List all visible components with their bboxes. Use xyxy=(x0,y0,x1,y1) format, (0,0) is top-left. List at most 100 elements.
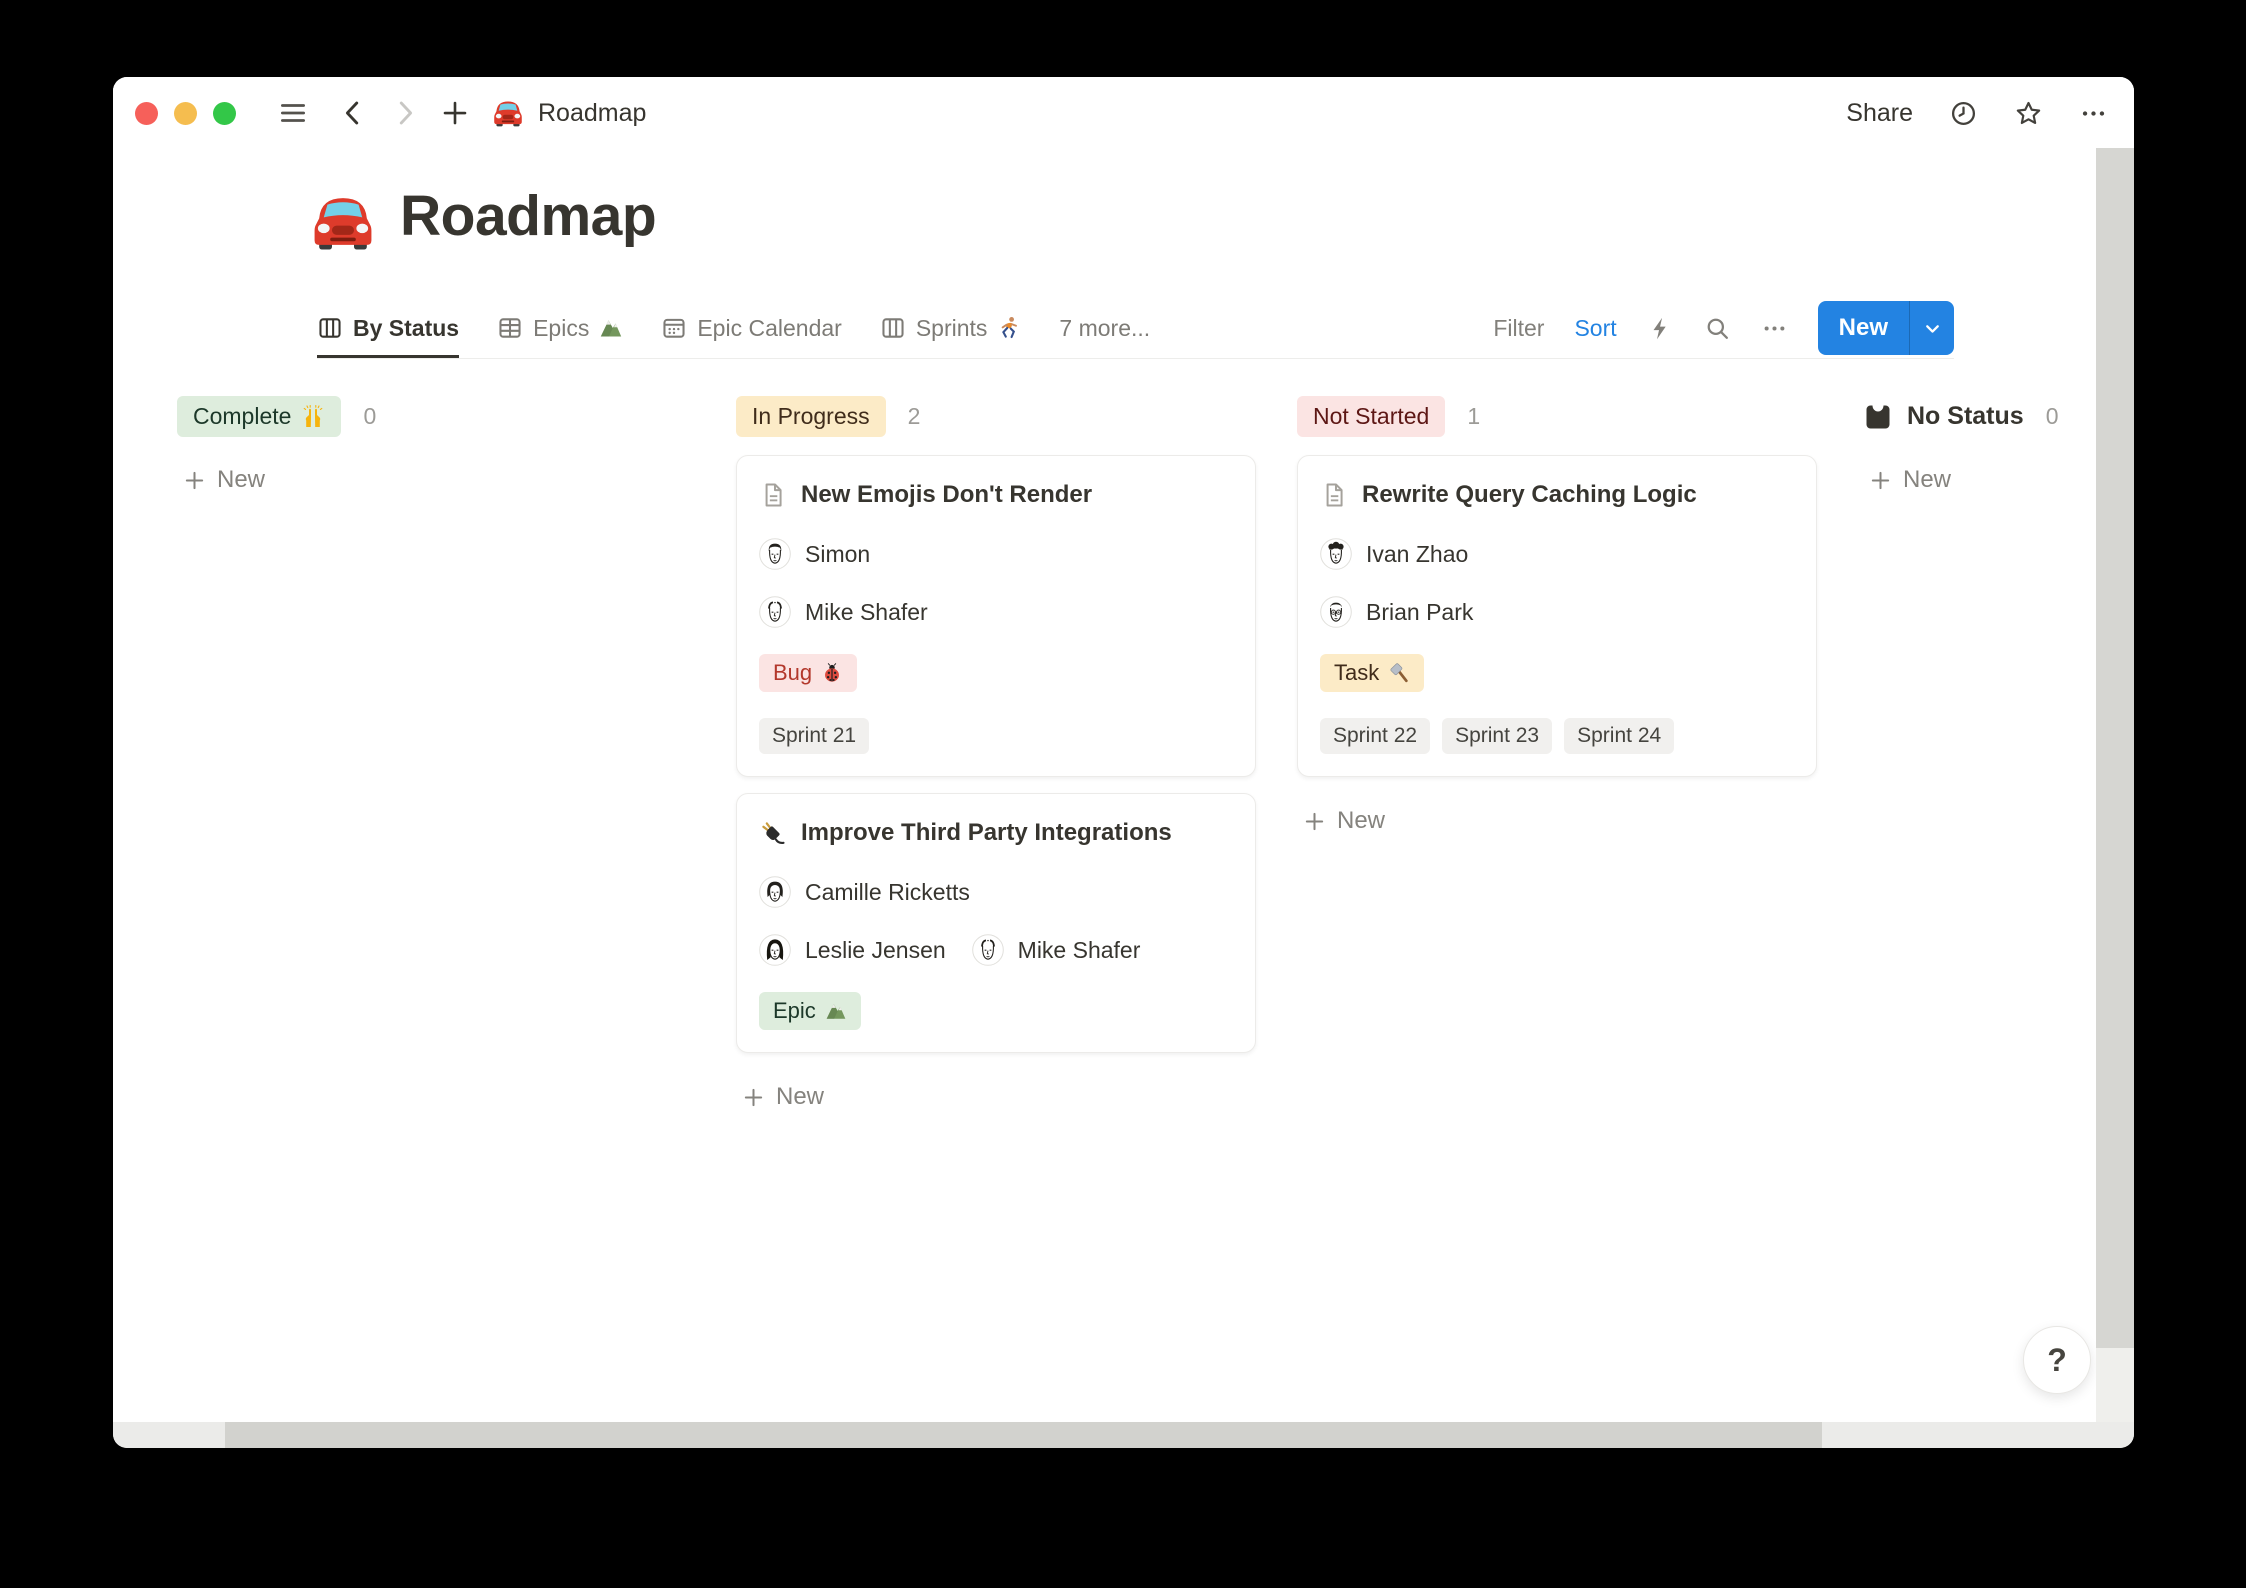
person: Camille Ricketts xyxy=(759,876,970,908)
board-view-icon xyxy=(880,315,906,341)
person: Mike Shafer xyxy=(972,934,1141,966)
column-header: Not Started 1 xyxy=(1297,393,1817,440)
column-in-progress: In Progress 2 New Emojis Don't Render Si… xyxy=(736,393,1256,1111)
add-card-label: New xyxy=(776,1083,824,1111)
card-title: Improve Third Party Integrations xyxy=(801,816,1172,850)
favorite-star-icon[interactable] xyxy=(2014,99,2043,128)
card-integrations[interactable]: Improve Third Party Integrations Camille… xyxy=(736,793,1256,1053)
person: Brian Park xyxy=(1320,596,1473,628)
page-title[interactable]: Roadmap xyxy=(400,183,656,249)
ladybug-icon xyxy=(821,662,843,684)
sprint-chip: Sprint 23 xyxy=(1442,718,1552,754)
person: Ivan Zhao xyxy=(1320,538,1468,570)
tab-by-status[interactable]: By Status xyxy=(317,298,459,358)
mountain-icon xyxy=(599,316,623,340)
new-button-dropdown[interactable] xyxy=(1909,301,1954,355)
person-row: Brian Park xyxy=(1320,596,1794,628)
document-icon xyxy=(1320,481,1348,509)
history-clock-icon[interactable] xyxy=(1949,99,1978,128)
help-button[interactable]: ? xyxy=(2023,1326,2091,1394)
more-options-icon[interactable] xyxy=(2079,99,2108,128)
card-title: New Emojis Don't Render xyxy=(801,478,1092,512)
filter-button[interactable]: Filter xyxy=(1493,315,1544,342)
column-header: Complete 0 xyxy=(177,393,697,440)
sort-button[interactable]: Sort xyxy=(1574,315,1616,342)
status-label: No Status xyxy=(1907,402,2024,431)
zoom-window-button[interactable] xyxy=(213,102,236,125)
notion-window: Roadmap Share Roadmap By Status Epics Ep… xyxy=(113,77,2134,1448)
card-new-emojis[interactable]: New Emojis Don't Render Simon Mike Shafe… xyxy=(736,455,1256,777)
person-name: Leslie Jensen xyxy=(805,937,946,964)
sidebar-menu-icon[interactable] xyxy=(278,98,308,128)
person: Simon xyxy=(759,538,870,570)
view-options-icon[interactable] xyxy=(1761,315,1788,342)
tag-row: Epic xyxy=(759,992,1233,1030)
status-badge-complete[interactable]: Complete xyxy=(177,396,341,437)
card-title-row: Rewrite Query Caching Logic xyxy=(1320,478,1794,512)
document-icon xyxy=(759,481,787,509)
card-query-caching[interactable]: Rewrite Query Caching Logic Ivan Zhao Br… xyxy=(1297,455,1817,777)
mountain-icon xyxy=(825,1000,847,1022)
no-status-header[interactable]: No Status xyxy=(1863,402,2024,432)
page-car-icon[interactable] xyxy=(310,189,376,255)
minimize-window-button[interactable] xyxy=(174,102,197,125)
card-title-row: New Emojis Don't Render xyxy=(759,478,1233,512)
person-name: Brian Park xyxy=(1366,599,1473,626)
tag-label: Epic xyxy=(773,998,816,1024)
desktop: { "window": { "title": "Roadmap", "share… xyxy=(0,0,2246,1588)
back-button[interactable] xyxy=(338,98,368,128)
person-name: Mike Shafer xyxy=(1018,937,1141,964)
add-card-button[interactable]: New xyxy=(736,1083,1256,1111)
search-icon[interactable] xyxy=(1704,315,1731,342)
plus-icon xyxy=(1869,469,1892,492)
column-count: 2 xyxy=(908,403,921,430)
tag-row: Bug xyxy=(759,654,1233,692)
tab-label: Sprints xyxy=(916,315,988,342)
person-name: Simon xyxy=(805,541,870,568)
chevron-down-icon xyxy=(1922,318,1943,339)
add-card-button[interactable]: New xyxy=(1297,807,1817,835)
board-view-icon xyxy=(317,315,343,341)
tag-epic: Epic xyxy=(759,992,861,1030)
vertical-scrollbar-thumb[interactable] xyxy=(2096,148,2134,1348)
close-window-button[interactable] xyxy=(135,102,158,125)
status-badge-in-progress[interactable]: In Progress xyxy=(736,396,886,437)
lightning-icon[interactable] xyxy=(1647,315,1674,342)
new-button[interactable]: New xyxy=(1818,301,1909,355)
avatar xyxy=(759,538,791,570)
tab-more-views[interactable]: 7 more... xyxy=(1059,298,1150,358)
avatar xyxy=(759,596,791,628)
view-toolbar: Filter Sort New xyxy=(1493,298,1954,358)
sprint-row: Sprint 22 Sprint 23 Sprint 24 xyxy=(1320,718,1794,754)
tab-label: By Status xyxy=(353,315,459,342)
person-row: Ivan Zhao xyxy=(1320,538,1794,570)
status-label: Not Started xyxy=(1313,403,1429,430)
card-title: Rewrite Query Caching Logic xyxy=(1362,478,1697,512)
new-tab-button[interactable] xyxy=(440,98,470,128)
vertical-scrollbar-track[interactable] xyxy=(2096,148,2134,1425)
tab-label: Epic Calendar xyxy=(697,315,841,342)
person-name: Mike Shafer xyxy=(805,599,928,626)
plug-icon xyxy=(759,819,787,847)
window-title: Roadmap xyxy=(538,99,646,128)
sprint-row: Sprint 21 xyxy=(759,718,1233,754)
plus-icon xyxy=(1303,810,1326,833)
status-badge-not-started[interactable]: Not Started xyxy=(1297,396,1445,437)
column-complete: Complete 0 New xyxy=(177,393,697,494)
person-name: Camille Ricketts xyxy=(805,879,970,906)
share-button[interactable]: Share xyxy=(1846,99,1913,128)
add-card-button[interactable]: New xyxy=(177,466,697,494)
person: Leslie Jensen xyxy=(759,934,946,966)
sprint-chip: Sprint 24 xyxy=(1564,718,1674,754)
column-header: In Progress 2 xyxy=(736,393,1256,440)
tab-epic-calendar[interactable]: Epic Calendar xyxy=(661,298,841,358)
horizontal-scrollbar-thumb[interactable] xyxy=(225,1422,1822,1448)
forward-button[interactable] xyxy=(390,98,420,128)
tab-sprints[interactable]: Sprints xyxy=(880,298,1022,358)
add-card-label: New xyxy=(1903,466,1951,494)
tab-epics[interactable]: Epics xyxy=(497,298,623,358)
horizontal-scrollbar-track[interactable] xyxy=(113,1422,2134,1448)
status-label: Complete xyxy=(193,403,291,430)
add-card-button[interactable]: New xyxy=(1863,466,2095,494)
new-button-group: New xyxy=(1818,301,1954,355)
